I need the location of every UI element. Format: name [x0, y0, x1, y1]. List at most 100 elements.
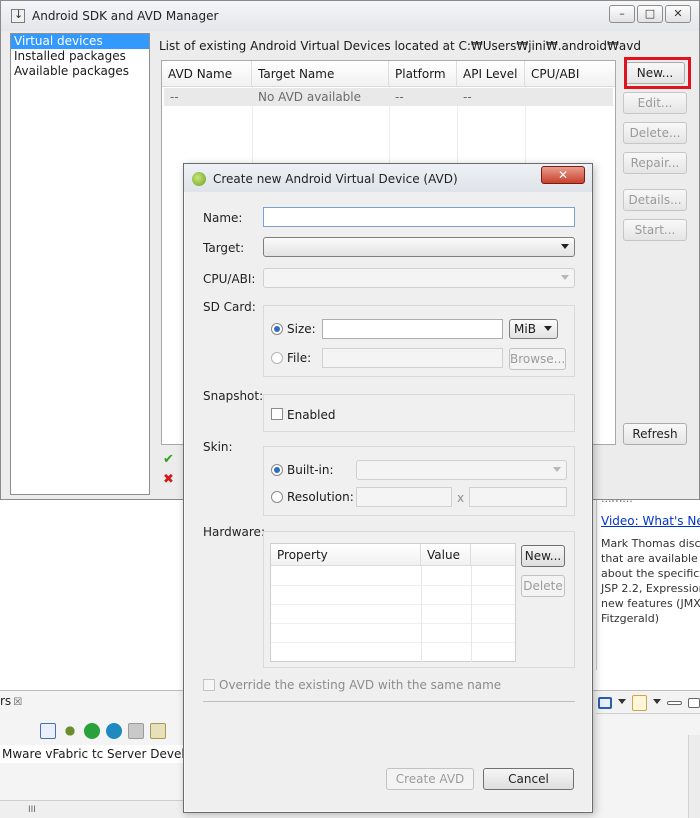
sdcard-unit-select[interactable]: MiB	[509, 319, 558, 339]
table-row[interactable]: -- No AVD available -- --	[164, 88, 613, 106]
skin-builtin-radio[interactable]	[271, 464, 283, 476]
cell-target-name: No AVD available	[258, 90, 362, 104]
hardware-table: Property Value	[270, 543, 516, 662]
window-title: Android SDK and AVD Manager	[32, 9, 219, 23]
details-avd-button[interactable]: Details...	[623, 189, 687, 211]
ide-welcome-panel: ...m... Video: What's New Mark Thomas di…	[596, 490, 700, 670]
col-cpu-abi[interactable]: CPU/ABI	[525, 61, 615, 86]
skin-resolution-label: Resolution:	[287, 490, 354, 504]
hardware-delete-button[interactable]: Delete	[521, 575, 565, 597]
refresh-button[interactable]: Refresh	[623, 423, 687, 445]
server-list-item[interactable]: Mware vFabric tc Server Develope	[0, 745, 192, 763]
sdcard-file-input[interactable]	[322, 348, 503, 368]
hardware-new-button[interactable]: New...	[521, 545, 565, 567]
whats-new-video-link[interactable]: Video: What's New	[601, 514, 700, 528]
cancel-button[interactable]: Cancel	[483, 768, 574, 790]
resolution-width-input[interactable]	[356, 487, 452, 507]
repair-avd-button[interactable]: Repair...	[623, 152, 687, 174]
servers-tab-label: rs	[0, 694, 12, 708]
collapse-all-icon[interactable]	[40, 723, 56, 739]
sdcard-label: SD Card:	[203, 300, 256, 314]
cpu-abi-select[interactable]	[263, 268, 575, 288]
create-avd-dialog: Create new Android Virtual Device (AVD) …	[183, 163, 593, 813]
window-controls: – □ ✕	[609, 5, 691, 23]
sdk-nav-list: Virtual devices Installed packages Avail…	[10, 33, 150, 495]
start-server-icon[interactable]	[84, 723, 100, 739]
cell-api-level: --	[463, 90, 472, 104]
override-avd-checkbox[interactable]	[203, 679, 215, 691]
create-avd-button[interactable]: Create AVD	[386, 768, 474, 790]
dialog-close-button[interactable]: ✕	[541, 166, 585, 184]
close-button[interactable]: ✕	[665, 5, 691, 23]
minimize-button[interactable]: –	[609, 5, 635, 23]
skin-builtin-label: Built-in:	[287, 463, 334, 477]
hardware-label: Hardware:	[203, 525, 265, 539]
grid-line	[271, 623, 515, 624]
dialog-separator	[203, 701, 575, 702]
servers-toolbar	[40, 722, 166, 740]
snapshot-enabled-checkbox[interactable]	[271, 408, 283, 420]
minimize-icon[interactable]	[667, 700, 683, 705]
delete-avd-button[interactable]: Delete...	[623, 122, 687, 144]
col-property[interactable]: Property	[271, 544, 421, 566]
edit-avd-button[interactable]: Edit...	[623, 92, 687, 114]
chevron-down-icon	[544, 326, 552, 331]
col-target-name[interactable]: Target Name	[252, 61, 389, 86]
servers-view-tab[interactable]: rs ☒	[0, 694, 40, 716]
eclipse-icon	[192, 172, 206, 186]
nav-item-installed-packages[interactable]: Installed packages	[11, 49, 149, 64]
sdcard-file-radio[interactable]	[271, 352, 283, 364]
profile-server-icon[interactable]	[106, 723, 122, 739]
new-item-icon[interactable]	[631, 694, 647, 711]
chevron-down-icon	[561, 244, 569, 249]
browse-button[interactable]: Browse...	[509, 348, 566, 370]
col-platform[interactable]: Platform	[389, 61, 457, 86]
target-select[interactable]	[263, 237, 575, 257]
nav-item-available-packages[interactable]: Available packages	[11, 64, 149, 79]
sdk-manager-icon	[11, 8, 25, 23]
monitor-icon[interactable]	[598, 696, 612, 709]
name-label: Name:	[203, 211, 243, 225]
hardware-table-header: Property Value	[271, 544, 515, 566]
override-avd-label: Override the existing AVD with the same …	[219, 678, 502, 692]
video-description: Mark Thomas disc that are available i ab…	[601, 537, 700, 625]
close-icon[interactable]: ☒	[13, 697, 22, 708]
resolution-height-input[interactable]	[469, 487, 567, 507]
maximize-button[interactable]: □	[637, 5, 663, 23]
col-value[interactable]: Value	[421, 544, 471, 566]
maximize-icon[interactable]	[688, 697, 700, 708]
grid-line	[421, 566, 422, 662]
invalid-avd-icon: ✖	[163, 472, 174, 487]
cell-avd-name: --	[170, 90, 179, 104]
grid-line	[271, 642, 515, 643]
avd-table-header: AVD Name Target Name Platform API Level …	[162, 61, 615, 87]
scroll-thumb[interactable]: III	[28, 805, 38, 815]
stop-server-icon[interactable]	[128, 723, 144, 739]
col-api-level[interactable]: API Level	[457, 61, 525, 86]
sdcard-size-input[interactable]	[322, 319, 503, 339]
publish-icon[interactable]	[150, 723, 166, 739]
sdk-manager-titlebar[interactable]: Android SDK and AVD Manager – □ ✕	[1, 1, 699, 31]
cpu-abi-label: CPU/ABI:	[203, 272, 256, 286]
debug-server-icon[interactable]	[62, 723, 78, 739]
col-avd-name[interactable]: AVD Name	[162, 61, 252, 86]
nav-item-virtual-devices[interactable]: Virtual devices	[11, 34, 149, 49]
grid-line	[471, 566, 472, 662]
chevron-down-icon[interactable]	[617, 698, 626, 707]
chevron-down-icon	[561, 275, 569, 280]
avd-name-input[interactable]	[263, 207, 575, 227]
valid-avd-icon: ✔	[163, 452, 174, 467]
vertical-scrollbar[interactable]	[688, 735, 700, 818]
sdcard-unit-value: MiB	[514, 322, 536, 336]
target-label: Target:	[203, 241, 245, 255]
start-avd-button[interactable]: Start...	[623, 219, 687, 241]
avd-location-text: List of existing Android Virtual Devices…	[159, 39, 641, 53]
chevron-down-icon	[553, 467, 561, 472]
horizontal-scrollbar[interactable]: III	[0, 800, 190, 818]
chevron-down-icon[interactable]	[653, 698, 661, 707]
skin-builtin-select[interactable]	[356, 460, 567, 480]
skin-resolution-radio[interactable]	[271, 491, 283, 503]
dialog-titlebar[interactable]: Create new Android Virtual Device (AVD) …	[184, 164, 592, 192]
grid-line	[271, 585, 515, 586]
sdcard-size-radio[interactable]	[271, 323, 283, 335]
